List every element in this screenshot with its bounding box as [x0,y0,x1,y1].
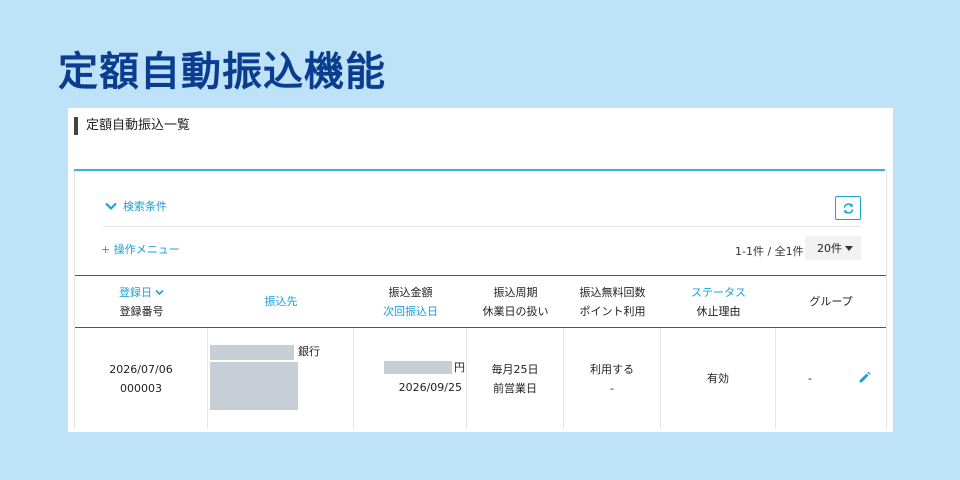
header-holiday-label: 休業日の扱い [482,304,549,318]
cell-cycle: 毎月25日 前営業日 [467,328,564,429]
caret-down-icon [845,245,853,251]
cell-status-value: 有効 [707,372,729,385]
cell-group: - [776,328,886,429]
per-page-select[interactable]: 20件 [805,236,861,260]
pencil-icon [859,371,871,383]
header-registered-date: 登録日 [119,285,152,299]
header-registered: 登録日 登録番号 [75,276,208,327]
masked-payee-details [210,362,298,410]
header-suspend-reason: 休止理由 [696,304,741,318]
chevron-down-icon [155,289,164,295]
masked-bank-name [210,345,294,360]
cell-status: 有効 [661,328,776,429]
cell-payee-bank-suffix: 銀行 [298,345,320,358]
header-next-date[interactable]: 次回振込日 [383,302,438,321]
header-status: ステータス 休止理由 [661,276,776,327]
cell-free-count: 利用する - [564,328,661,429]
search-conditions-toggle[interactable]: 検索条件 [105,198,167,214]
operation-menu-label: 操作メニュー [113,243,180,256]
masked-amount [384,361,452,374]
table-row[interactable]: 2026/07/06 000003 銀行 円 2026/09/25 毎月25日 … [75,328,886,430]
cell-next-date: 2026/09/25 [398,381,462,394]
header-amount: 振込金額 次回振込日 [354,276,467,327]
sort-registered-date[interactable]: 登録日 [119,283,164,302]
header-status-label[interactable]: ステータス [691,283,746,302]
plus-icon: + [101,243,111,256]
header-free-count: 振込無料回数 ポイント利用 [564,276,661,327]
chevron-down-icon [105,202,117,210]
header-registered-no: 登録番号 [119,304,164,318]
page-title: 定額自動振込機能 [58,49,386,95]
header-points-label: ポイント利用 [579,304,646,318]
section-title: 定額自動振込一覧 [74,117,190,135]
edit-button[interactable] [858,371,871,390]
cell-amount: 円 2026/09/25 [354,328,467,429]
cell-registered-no: 000003 [120,381,162,395]
cell-payee: 銀行 [208,328,354,429]
header-amount-label: 振込金額 [388,285,433,299]
cell-amount-unit: 円 [454,361,465,374]
cell-registered: 2026/07/06 000003 [75,328,208,429]
per-page-value: 20件 [817,242,842,255]
search-conditions-label: 検索条件 [123,200,167,213]
transfer-table: 登録日 登録番号 振込先 振込金額 次回振込日 振込周期 休業日の扱い 振込無料… [75,275,886,430]
header-cycle-label: 振込周期 [493,285,538,299]
header-group: グループ [809,295,853,308]
header-cycle: 振込周期 休業日の扱い [467,276,564,327]
header-payee[interactable]: 振込先 [208,276,354,327]
paging-summary: 1-1件 / 全1件 [735,245,804,258]
transfer-list-panel: 定額自動振込一覧 検索条件 + 操作メニュー 1-1件 / 全1件 20件 登録… [68,108,893,432]
cell-free-use: 利用する [590,362,634,376]
operation-menu-button[interactable]: + 操作メニュー [101,241,180,257]
cell-points: - [610,381,614,395]
list-container: 検索条件 + 操作メニュー 1-1件 / 全1件 20件 登録日 登録番号 振込… [74,171,887,429]
cell-registered-date: 2026/07/06 [109,362,173,376]
search-divider [103,226,861,227]
header-free-count-label: 振込無料回数 [579,285,646,299]
refresh-button[interactable] [835,196,861,220]
cell-group-value: - [808,372,812,385]
cell-cycle-value: 毎月25日 [491,362,539,376]
refresh-icon [843,202,853,214]
cell-holiday-value: 前営業日 [493,381,537,395]
table-header: 登録日 登録番号 振込先 振込金額 次回振込日 振込周期 休業日の扱い 振込無料… [75,276,886,328]
